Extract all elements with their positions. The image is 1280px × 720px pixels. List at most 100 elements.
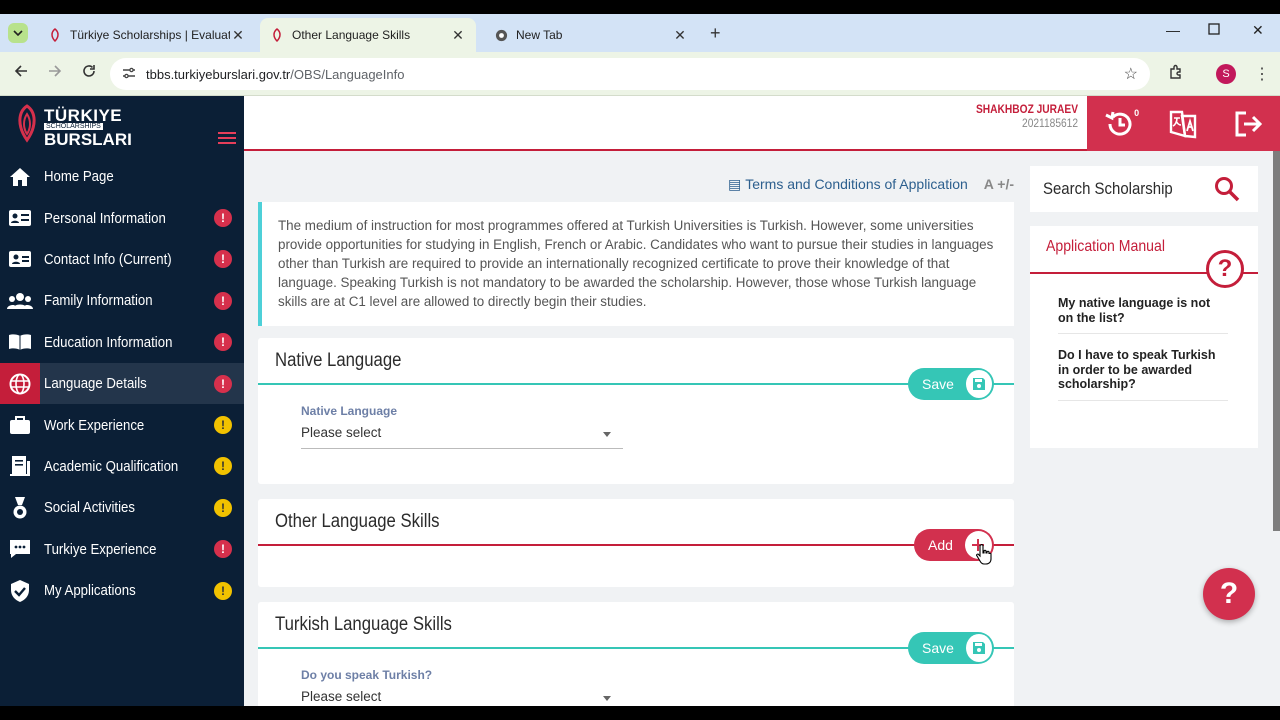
site-settings-icon[interactable]	[122, 67, 136, 82]
native-language-select[interactable]: Please select	[301, 425, 623, 449]
browser-tabbar: Türkiye Scholarships | Evaluatio ✕ Other…	[0, 14, 1280, 52]
floppy-disk-icon	[965, 370, 992, 398]
sidebar-item-personal-information[interactable]: Personal Information !	[0, 197, 244, 238]
reload-icon[interactable]	[82, 64, 96, 83]
info-callout: The medium of instruction for most progr…	[258, 202, 1014, 326]
back-arrow-icon[interactable]	[14, 64, 28, 83]
document-icon: ▤	[727, 176, 742, 192]
dropdown-caret-icon	[603, 696, 611, 701]
page-scrollbar[interactable]	[1273, 151, 1280, 531]
tulip-icon	[48, 28, 62, 42]
page: TÜRKIYE SCHOLARSHIPS BURSLARI Home Page …	[0, 96, 1280, 706]
tulip-logo-icon	[18, 104, 36, 143]
warning-badge: !	[214, 333, 232, 352]
briefcase-icon	[0, 405, 40, 446]
user-name: SHAKHBOZ JURAEV	[975, 102, 1078, 116]
terms-link[interactable]: Terms and Conditions of Application	[745, 176, 968, 192]
translate-icon[interactable]	[1165, 106, 1201, 142]
tulip-icon	[270, 28, 284, 42]
turkish-language-skills-title: Turkish Language Skills	[275, 614, 452, 635]
tab-evaluation[interactable]: Türkiye Scholarships | Evaluatio ✕	[38, 18, 256, 52]
sidebar-item-turkiye-experience[interactable]: Turkiye Experience !	[0, 529, 244, 570]
family-icon	[0, 280, 40, 321]
id-card-icon	[0, 198, 40, 239]
close-tab-icon[interactable]: ✕	[672, 27, 688, 44]
minimize-icon[interactable]: —	[1166, 22, 1180, 38]
native-language-card: Native Language Save Native Language Ple…	[258, 338, 1014, 484]
speak-turkish-field: Do you speak Turkish? Please select	[301, 668, 623, 706]
search-scholarship-box[interactable]: Search Scholarship	[1030, 166, 1258, 212]
tab-other-language-skills[interactable]: Other Language Skills ✕	[260, 18, 476, 52]
shield-check-icon	[0, 570, 40, 611]
sidebar-item-home[interactable]: Home Page	[0, 156, 244, 197]
logout-icon[interactable]	[1230, 106, 1266, 142]
floppy-disk-icon	[965, 634, 992, 662]
sidebar: TÜRKIYE SCHOLARSHIPS BURSLARI Home Page …	[0, 96, 244, 706]
dropdown-caret-icon	[603, 432, 611, 437]
address-input[interactable]: tbbs.turkiyeburslari.gov.tr/OBS/Language…	[110, 58, 1150, 90]
application-manual-title: Application Manual	[1046, 238, 1165, 255]
close-window-icon[interactable]: ✕	[1252, 22, 1264, 39]
tab-search-button[interactable]	[8, 23, 28, 43]
turkish-language-skills-card: Turkish Language Skills Save Do you spea…	[258, 602, 1014, 706]
speak-turkish-select[interactable]: Please select	[301, 689, 623, 706]
close-tab-icon[interactable]: ✕	[230, 27, 246, 44]
extensions-icon[interactable]	[1168, 64, 1184, 85]
native-language-title: Native Language	[275, 350, 402, 371]
help-button[interactable]: ?	[1203, 568, 1255, 620]
turkish-language-save-button[interactable]: Save	[908, 632, 994, 664]
medal-icon	[0, 487, 40, 528]
close-tab-icon[interactable]: ✕	[450, 27, 466, 44]
warning-badge: !	[214, 250, 232, 269]
user-id: 2021185612	[1022, 116, 1078, 130]
application-manual-panel: Application Manual ? My native language …	[1030, 226, 1258, 448]
sidebar-item-language-details[interactable]: Language Details !	[0, 362, 244, 405]
terms-link-row: ▤ Terms and Conditions of Application A +/…	[728, 176, 1014, 193]
warning-badge: !	[214, 374, 232, 393]
page-header: SHAKHBOZ JURAEV 2021185612 0	[244, 96, 1280, 151]
question-mark-icon: ?	[1206, 250, 1244, 288]
warning-badge: !	[214, 540, 232, 559]
warning-badge: !	[214, 581, 232, 600]
notification-count: 0	[1134, 107, 1140, 118]
sidebar-item-education-information[interactable]: Education Information !	[0, 322, 244, 363]
warning-badge: !	[214, 416, 232, 435]
sidebar-item-my-applications[interactable]: My Applications !	[0, 570, 244, 611]
new-tab-icon[interactable]: +	[710, 23, 721, 44]
contact-card-icon	[0, 239, 40, 280]
warning-badge: !	[214, 291, 232, 310]
home-icon	[0, 156, 40, 197]
certificate-icon	[0, 446, 40, 487]
forward-arrow-icon[interactable]	[48, 64, 62, 83]
sidebar-item-contact-info[interactable]: Contact Info (Current) !	[0, 239, 244, 280]
search-icon[interactable]	[1214, 176, 1240, 202]
chrome-icon	[494, 28, 508, 42]
header-actions: 0	[1087, 96, 1280, 151]
user-info: SHAKHBOZ JURAEV 2021185612	[958, 102, 1078, 130]
maximize-icon[interactable]	[1208, 22, 1220, 38]
menu-toggle-icon[interactable]	[218, 132, 236, 147]
divider	[258, 647, 1014, 649]
tab-new-tab[interactable]: New Tab ✕	[484, 18, 698, 52]
hand-cursor-icon	[976, 544, 992, 565]
sidebar-item-academic-qualification[interactable]: Academic Qualification !	[0, 446, 244, 487]
font-size-control[interactable]: A +/-	[984, 176, 1014, 192]
native-language-field: Native Language Please select	[301, 404, 623, 449]
turkiye-burslari-logo[interactable]: TÜRKIYE SCHOLARSHIPS BURSLARI	[12, 102, 232, 150]
faq-item[interactable]: Do I have to speak Turkish in order to b…	[1058, 348, 1228, 401]
sidebar-item-social-activities[interactable]: Social Activities !	[0, 487, 244, 528]
faq-item[interactable]: My native language is not on the list?	[1058, 296, 1228, 334]
sidebar-item-family-information[interactable]: Family Information !	[0, 280, 244, 321]
sidebar-item-work-experience[interactable]: Work Experience !	[0, 404, 244, 445]
bookmark-star-icon[interactable]: ☆	[1124, 64, 1138, 84]
more-menu-icon[interactable]: ⋮	[1254, 64, 1270, 84]
chat-icon	[0, 529, 40, 570]
warning-badge: !	[214, 209, 232, 228]
other-language-skills-title: Other Language Skills	[275, 511, 440, 532]
native-language-save-button[interactable]: Save	[908, 368, 994, 400]
globe-icon	[0, 363, 40, 405]
screen: Türkiye Scholarships | Evaluatio ✕ Other…	[0, 14, 1280, 706]
profile-avatar[interactable]: S	[1216, 64, 1236, 84]
history-icon[interactable]: 0	[1101, 106, 1140, 142]
divider	[258, 383, 1014, 385]
